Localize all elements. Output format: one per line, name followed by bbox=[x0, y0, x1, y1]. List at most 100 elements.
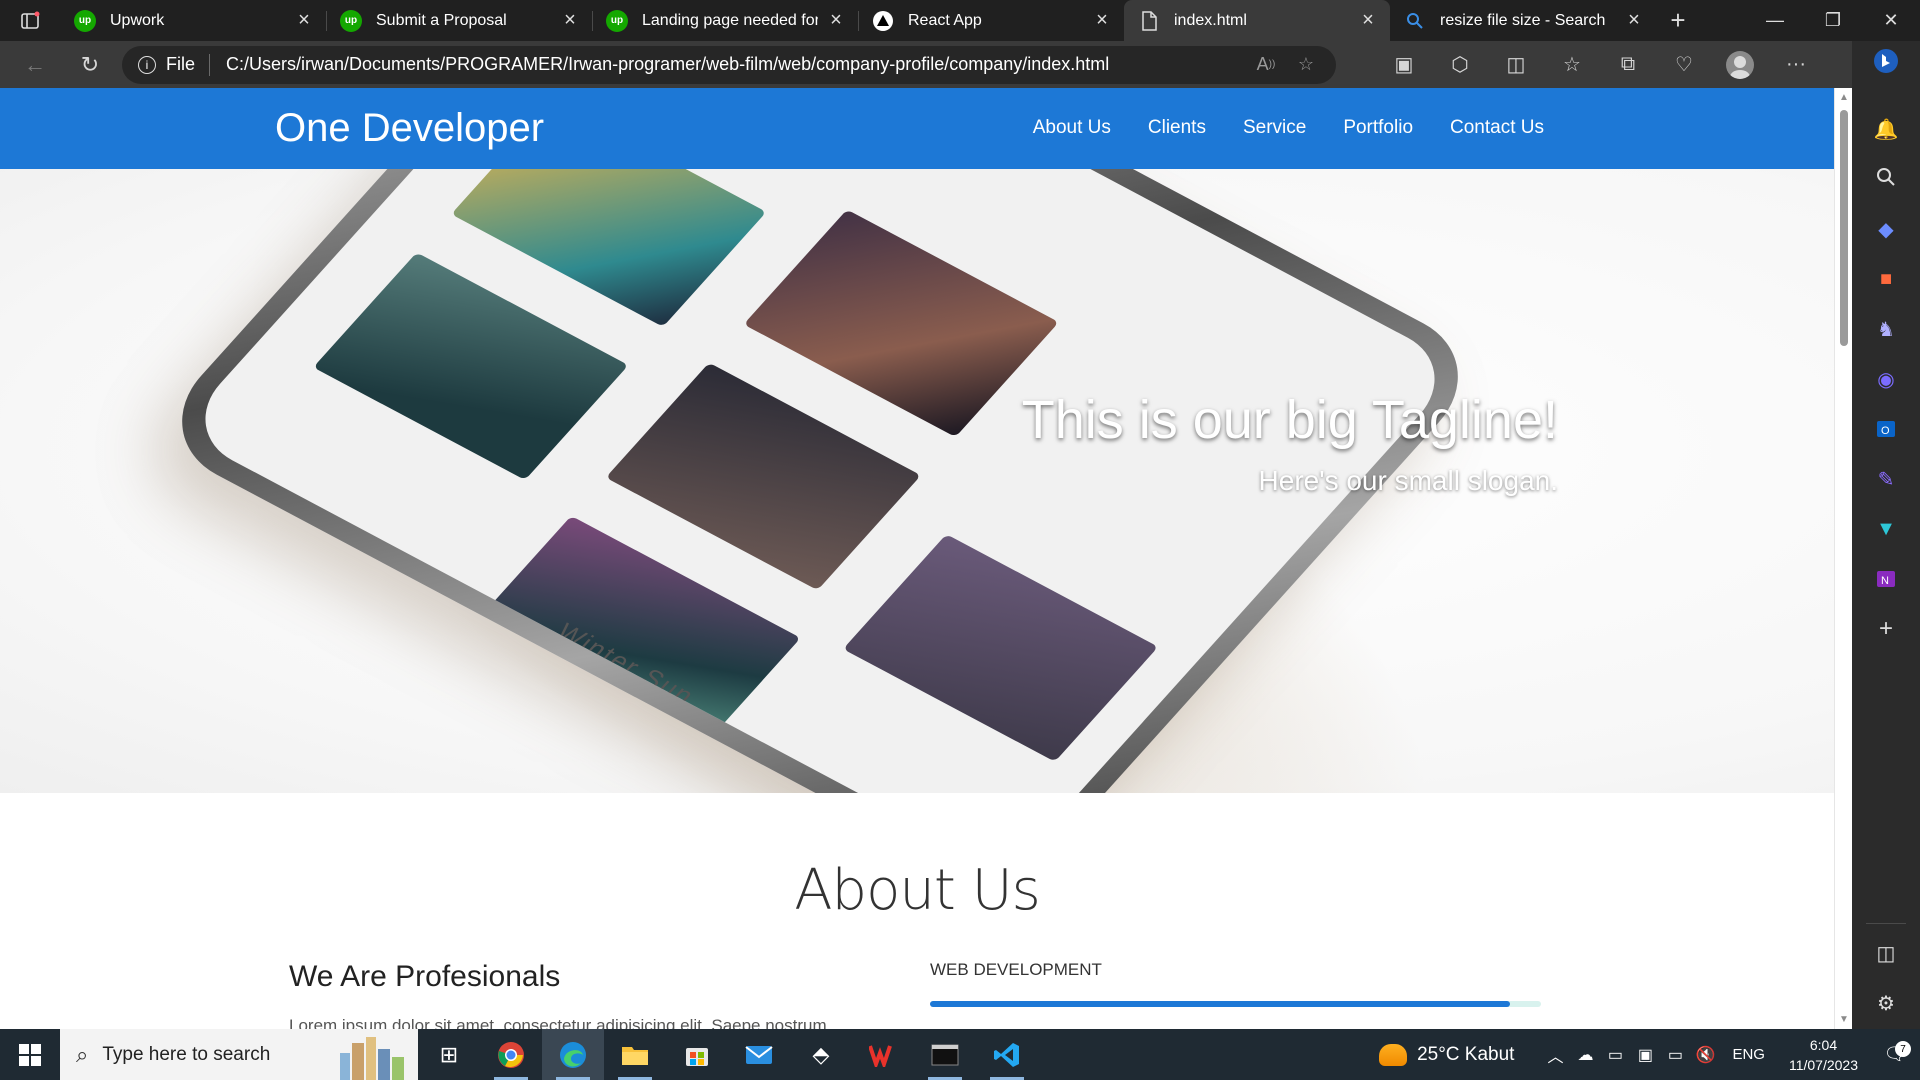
favorite-star-icon[interactable]: ☆ bbox=[1286, 49, 1326, 81]
vscode-app[interactable] bbox=[976, 1029, 1038, 1080]
close-icon: ✕ bbox=[1883, 10, 1899, 30]
tab-title: resize file size - Search bbox=[1440, 11, 1606, 29]
taskbar-search[interactable]: ⌕ Type here to search bbox=[60, 1029, 418, 1080]
battery-icon[interactable]: ▭ bbox=[1660, 1045, 1690, 1065]
onenote-icon[interactable]: N bbox=[1872, 565, 1900, 593]
notification-bell-icon[interactable]: 🔔 bbox=[1872, 115, 1900, 143]
inkscape-app[interactable]: ⬘ bbox=[790, 1029, 852, 1080]
profile-button[interactable] bbox=[1712, 45, 1768, 85]
weather-icon bbox=[1379, 1043, 1408, 1066]
bing-copilot-icon[interactable] bbox=[1872, 47, 1900, 75]
notification-center-button[interactable]: 🗨 7 bbox=[1870, 1041, 1920, 1065]
scroll-down-arrow-icon[interactable]: ▼ bbox=[1839, 1014, 1849, 1025]
read-aloud-icon[interactable]: A)) bbox=[1246, 49, 1286, 81]
designer-icon[interactable]: ✎ bbox=[1872, 465, 1900, 493]
more-options-icon[interactable]: ··· bbox=[1768, 45, 1824, 85]
input-language[interactable]: ENG bbox=[1732, 1046, 1765, 1063]
vscode-icon bbox=[994, 1042, 1019, 1067]
hide-sidebar-icon[interactable]: ◫ bbox=[1872, 939, 1900, 967]
document-extension-icon[interactable]: ▣ bbox=[1376, 45, 1432, 85]
split-screen-icon[interactable]: ◫ bbox=[1488, 45, 1544, 85]
weather-widget[interactable]: 25°C Kabut bbox=[1379, 1043, 1514, 1066]
upwork-icon: up bbox=[340, 9, 362, 32]
tab-submit-proposal[interactable]: up Submit a Proposal × bbox=[326, 0, 592, 41]
back-button[interactable]: ← bbox=[15, 45, 55, 85]
close-icon[interactable]: × bbox=[1092, 9, 1112, 31]
new-tab-button[interactable]: + bbox=[1656, 0, 1700, 41]
windows-logo-icon bbox=[19, 1043, 41, 1066]
skill-progress-fill bbox=[930, 1001, 1511, 1007]
tab-actions-icon bbox=[21, 11, 40, 29]
games-icon[interactable]: ♞ bbox=[1872, 315, 1900, 343]
minimize-icon: — bbox=[1766, 10, 1784, 30]
browser-essentials-icon[interactable]: ♡ bbox=[1656, 45, 1712, 85]
start-button[interactable] bbox=[0, 1029, 60, 1080]
clock-time: 6:04 bbox=[1809, 1036, 1838, 1053]
tab-index-html[interactable]: index.html × bbox=[1124, 0, 1390, 41]
tagline-text: This is our big Tagline! bbox=[1021, 390, 1558, 450]
document-icon bbox=[1138, 10, 1160, 32]
browser-toolbar: ← ↻ i File C:/Users/irwan/Documents/PROG… bbox=[0, 41, 1920, 88]
scroll-up-arrow-icon[interactable]: ▲ bbox=[1839, 92, 1849, 103]
folder-icon bbox=[622, 1046, 648, 1065]
site-info-button[interactable]: i File bbox=[138, 53, 211, 76]
onedrive-cloud-icon[interactable]: ☁ bbox=[1570, 1045, 1600, 1065]
url-text[interactable]: C:/Users/irwan/Documents/PROGRAMER/Irwan… bbox=[226, 54, 1246, 75]
tab-search[interactable]: resize file size - Search × bbox=[1390, 0, 1656, 41]
edge-app[interactable] bbox=[542, 1029, 604, 1080]
tab-upwork[interactable]: up Upwork × bbox=[60, 0, 326, 41]
chrome-app[interactable] bbox=[480, 1029, 542, 1080]
about-section-title: About Us bbox=[794, 858, 1041, 923]
extensions-icon[interactable]: ⬡ bbox=[1432, 45, 1488, 85]
sidebar-settings-icon[interactable]: ⚙ bbox=[1872, 989, 1900, 1017]
restore-button[interactable]: ❐ bbox=[1804, 0, 1862, 41]
close-icon[interactable]: × bbox=[1624, 9, 1644, 31]
microsoft-365-icon[interactable]: ◉ bbox=[1872, 365, 1900, 393]
drop-icon[interactable]: ▼ bbox=[1872, 515, 1900, 543]
tab-title: React App bbox=[908, 11, 982, 29]
refresh-button[interactable]: ↻ bbox=[70, 45, 110, 85]
nav-link-service[interactable]: Service bbox=[1243, 117, 1306, 139]
outlook-icon[interactable]: O bbox=[1872, 415, 1900, 443]
shopping-tag-icon[interactable]: ◆ bbox=[1872, 215, 1900, 243]
show-hidden-icons-chevron-icon[interactable]: ︿ bbox=[1540, 1043, 1570, 1067]
address-bar[interactable]: i File C:/Users/irwan/Documents/PROGRAME… bbox=[122, 45, 1336, 84]
close-icon[interactable]: × bbox=[294, 9, 314, 31]
nav-link-clients[interactable]: Clients bbox=[1148, 117, 1206, 139]
microsoft-store-app[interactable] bbox=[666, 1029, 728, 1080]
about-paragraph: Lorem ipsum dolor sit amet, consectetur … bbox=[289, 1016, 827, 1029]
collections-icon[interactable]: ⧉ bbox=[1600, 45, 1656, 85]
nav-link-portfolio[interactable]: Portfolio bbox=[1343, 117, 1413, 139]
close-icon[interactable]: × bbox=[1358, 9, 1378, 31]
tab-actions-button[interactable] bbox=[0, 0, 60, 41]
page-scrollbar[interactable]: ▲ ▼ bbox=[1834, 88, 1852, 1029]
volume-muted-icon[interactable]: 🔇 bbox=[1690, 1045, 1720, 1065]
mail-app[interactable] bbox=[728, 1029, 790, 1080]
clock-date: 11/07/2023 bbox=[1788, 1056, 1858, 1073]
terminal-app[interactable] bbox=[914, 1029, 976, 1080]
slogan-text: Here's our small slogan. bbox=[1258, 465, 1558, 496]
nav-link-contact-us[interactable]: Contact Us bbox=[1450, 117, 1544, 139]
display-icon[interactable]: ▣ bbox=[1630, 1045, 1660, 1065]
nav-link-about-us[interactable]: About Us bbox=[1033, 117, 1111, 139]
wps-office-app[interactable] bbox=[852, 1029, 914, 1080]
tab-react-app[interactable]: React App × bbox=[858, 0, 1124, 41]
wps-icon bbox=[869, 1044, 892, 1067]
site-brand[interactable]: One Developer bbox=[275, 106, 544, 151]
scroll-thumb[interactable] bbox=[1840, 110, 1848, 346]
add-sidebar-app-icon[interactable]: + bbox=[1872, 615, 1900, 643]
file-explorer-app[interactable] bbox=[604, 1029, 666, 1080]
system-clock[interactable]: 6:04 11/07/2023 bbox=[1789, 1035, 1858, 1075]
favorites-icon[interactable]: ☆ bbox=[1544, 45, 1600, 85]
close-window-button[interactable]: ✕ bbox=[1862, 0, 1920, 41]
search-icon bbox=[1404, 10, 1426, 32]
task-view-button[interactable]: ⊞ bbox=[418, 1029, 480, 1080]
close-icon[interactable]: × bbox=[826, 9, 846, 31]
tab-landing-page[interactable]: up Landing page needed for w × bbox=[592, 0, 858, 41]
close-icon[interactable]: × bbox=[560, 9, 580, 31]
search-icon[interactable] bbox=[1872, 163, 1900, 191]
skill-label: WEB DEVELOPMENT bbox=[930, 960, 1102, 979]
minimize-button[interactable]: — bbox=[1746, 0, 1804, 41]
tools-icon[interactable]: ■ bbox=[1872, 265, 1900, 293]
meet-now-icon[interactable]: ▭ bbox=[1600, 1045, 1630, 1065]
